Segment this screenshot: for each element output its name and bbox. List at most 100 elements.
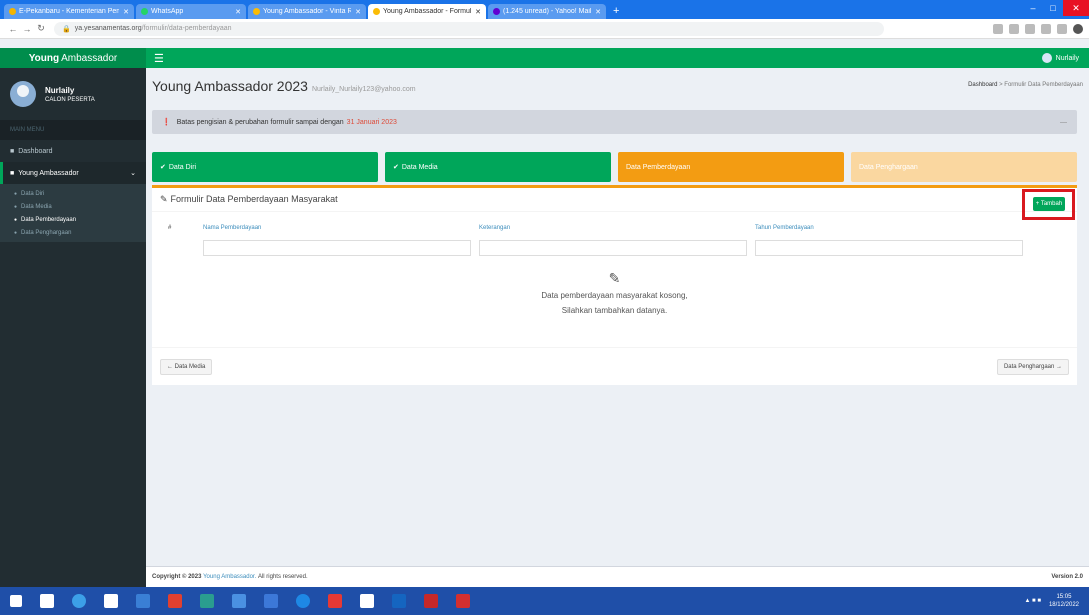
close-window-icon[interactable]: ✕ [1063,0,1089,16]
taskbar-app-icon[interactable] [136,594,150,608]
extension-icon[interactable] [993,23,1003,34]
chevron-down-icon: ⌄ [130,170,136,177]
taskbar-app-icon[interactable] [392,594,406,608]
table-filter-row [158,238,1071,258]
taskbar-app-icon[interactable] [232,594,246,608]
minimize-icon[interactable]: – [1023,0,1043,16]
alert-text: Batas pengisian & perubahan formulir sam… [176,118,344,126]
forward-icon[interactable]: → [20,24,34,34]
favicon-icon [373,8,380,15]
col-keterangan[interactable]: Keterangan [479,225,755,231]
reload-icon[interactable]: ↻ [34,23,48,34]
close-tab-icon[interactable]: ✕ [231,8,241,16]
form-box: ✎ Formulir Data Pemberdayaan Masyarakat +… [152,185,1077,385]
close-tab-icon[interactable]: ✕ [351,8,361,16]
sidebar-subitem-data-pemberdayaan[interactable]: ● Data Pemberdayaan [0,213,146,226]
empty-message-line2: Silahkan tambahkan datanya. [561,306,668,315]
taskbar-app-icon[interactable] [328,594,342,608]
empty-message-line1: Data pemberdayaan masyarakat kosong, [541,291,688,300]
step-label: Data Diri [168,163,197,171]
tab-label: E-Pekanbaru - Kementerian Pemu [19,8,120,15]
taskbar-app-icon[interactable] [296,594,310,608]
close-tab-icon[interactable]: ✕ [591,8,601,16]
sidebar-item-dashboard[interactable]: ■ Dashboard [0,140,146,162]
col-tahun-pemberdayaan[interactable]: Tahun Pemberdayaan [755,225,1031,231]
sidebar-subitem-data-penghargaan[interactable]: ● Data Penghargaan [0,226,146,239]
next-button[interactable]: Data Penghargaan → [996,358,1069,375]
filter-tahun-input[interactable] [755,240,1023,256]
form-title-text: Formulir Data Pemberdayaan Masyarakat [170,194,338,204]
page-subtitle: Nurlaily_Nurlaily123@yahoo.com [311,86,416,93]
logo-light: Ambassador [61,52,118,64]
taskbar-app-icon[interactable] [456,594,470,608]
maximize-icon[interactable]: □ [1043,0,1063,16]
extension-icon[interactable] [1041,23,1051,34]
clock[interactable]: 15:05 18/12/2022 [1049,593,1079,609]
footer-brand[interactable]: Young Ambassador. [203,574,256,580]
circle-icon: ● [14,229,18,236]
taskbar-app-icon[interactable] [168,594,182,608]
extension-icon[interactable] [1009,23,1019,34]
profile-icon[interactable] [1073,23,1083,34]
browser-tab[interactable]: E-Pekanbaru - Kementerian Pemu ✕ [4,4,134,19]
taskbar-app-icon[interactable] [360,594,374,608]
browser-tab[interactable]: (1.245 unread) - Yahoo! Mail ✕ [488,4,606,19]
taskbar-app-icon[interactable] [424,594,438,608]
browser-tab[interactable]: Young Ambassador - Formulir D✕ [368,4,486,19]
taskbar-app-icon[interactable] [40,594,54,608]
subitem-label: Data Media [21,203,52,210]
avatar [1041,53,1052,63]
tray-icons[interactable]: ▲ ■ ■ [1024,598,1041,604]
taskbar-app-icon[interactable] [264,594,278,608]
extension-icon[interactable] [1057,23,1067,34]
user-panel-name: Nurlaily [45,85,75,95]
col-number: # [168,225,172,231]
footer-rights: All rights reserved. [257,574,308,580]
user-menu[interactable]: Nurlaily [1041,53,1079,63]
url-field[interactable]: 🔒 ya.yesanamentas.org /formulir/data-pem… [54,21,884,36]
app-logo[interactable]: Young Ambassador [0,48,146,68]
breadcrumb: Dashboard > Formulir Data Pemberdayaan [968,82,1083,88]
taskbar-app-icon[interactable] [72,594,86,608]
new-tab-button[interactable]: + [608,4,624,19]
address-bar: ← → ↻ 🔒 ya.yesanamentas.org /formulir/da… [0,19,1089,39]
bookmark-star-icon[interactable] [1025,23,1035,34]
close-tab-icon[interactable]: ✕ [119,8,129,16]
sidebar-subitem-data-media[interactable]: ● Data Media [0,200,146,213]
browser-tab[interactable]: WhatsApp ✕ [136,4,246,19]
taskbar-app-icon[interactable] [200,594,214,608]
col-nama-pemberdayaan[interactable]: Nama Pemberdayaan [203,225,479,231]
back-icon[interactable]: ← [6,24,20,34]
prev-button[interactable]: ← Data Media [160,358,213,375]
url-path: /formulir/data-pemberdayaan [141,25,232,32]
favicon-icon [9,8,16,15]
alert-date: 31 Januari 2023 [346,118,397,126]
form-step[interactable]: Data Pemberdayaan [618,152,844,182]
filter-keterangan-input[interactable] [479,240,747,256]
close-tab-icon[interactable]: ✕ [471,8,481,16]
form-step[interactable]: ✔ Data Diri [152,152,378,182]
check-circle-icon: ✔ [393,164,399,171]
sidebar-submenu: ● Data Diri ● Data Media ● Data Pemberdayaa… [0,184,146,242]
taskbar-app-icon[interactable] [104,594,118,608]
user-menu-name: Nurlaily [1055,54,1079,62]
form-box-header: ✎ Formulir Data Pemberdayaan Masyarakat [152,188,1077,212]
windows-start-icon[interactable] [10,595,22,607]
filter-nama-input[interactable] [203,240,471,256]
url-domain: ya.yesanamentas.org [74,25,142,32]
form-step[interactable]: Data Penghargaan [851,152,1077,182]
sidebar-toggle-icon[interactable]: ☰ [154,52,164,65]
footer-copyright: Copyright © 2023 [152,574,202,580]
sidebar-item-young-ambassador[interactable]: ■ Young Ambassador ⌄ [0,162,146,184]
breadcrumb-home[interactable]: Dashboard [968,82,997,88]
form-step[interactable]: ✔ Data Media [385,152,611,182]
step-label: Data Media [401,163,438,171]
taskbar: ▲ ■ ■ 15:05 18/12/2022 [0,587,1089,615]
sidebar-subitem-data-diri[interactable]: ● Data Diri [0,187,146,200]
dismiss-icon[interactable]: — [1060,119,1067,126]
browser-tab[interactable]: Young Ambassador - Vinta Ram✕ [248,4,366,19]
clock-date: 18/12/2022 [1048,602,1079,608]
circle-icon: ● [14,190,18,197]
user-avatar [10,81,36,107]
clock-time: 15:05 [1056,594,1072,600]
